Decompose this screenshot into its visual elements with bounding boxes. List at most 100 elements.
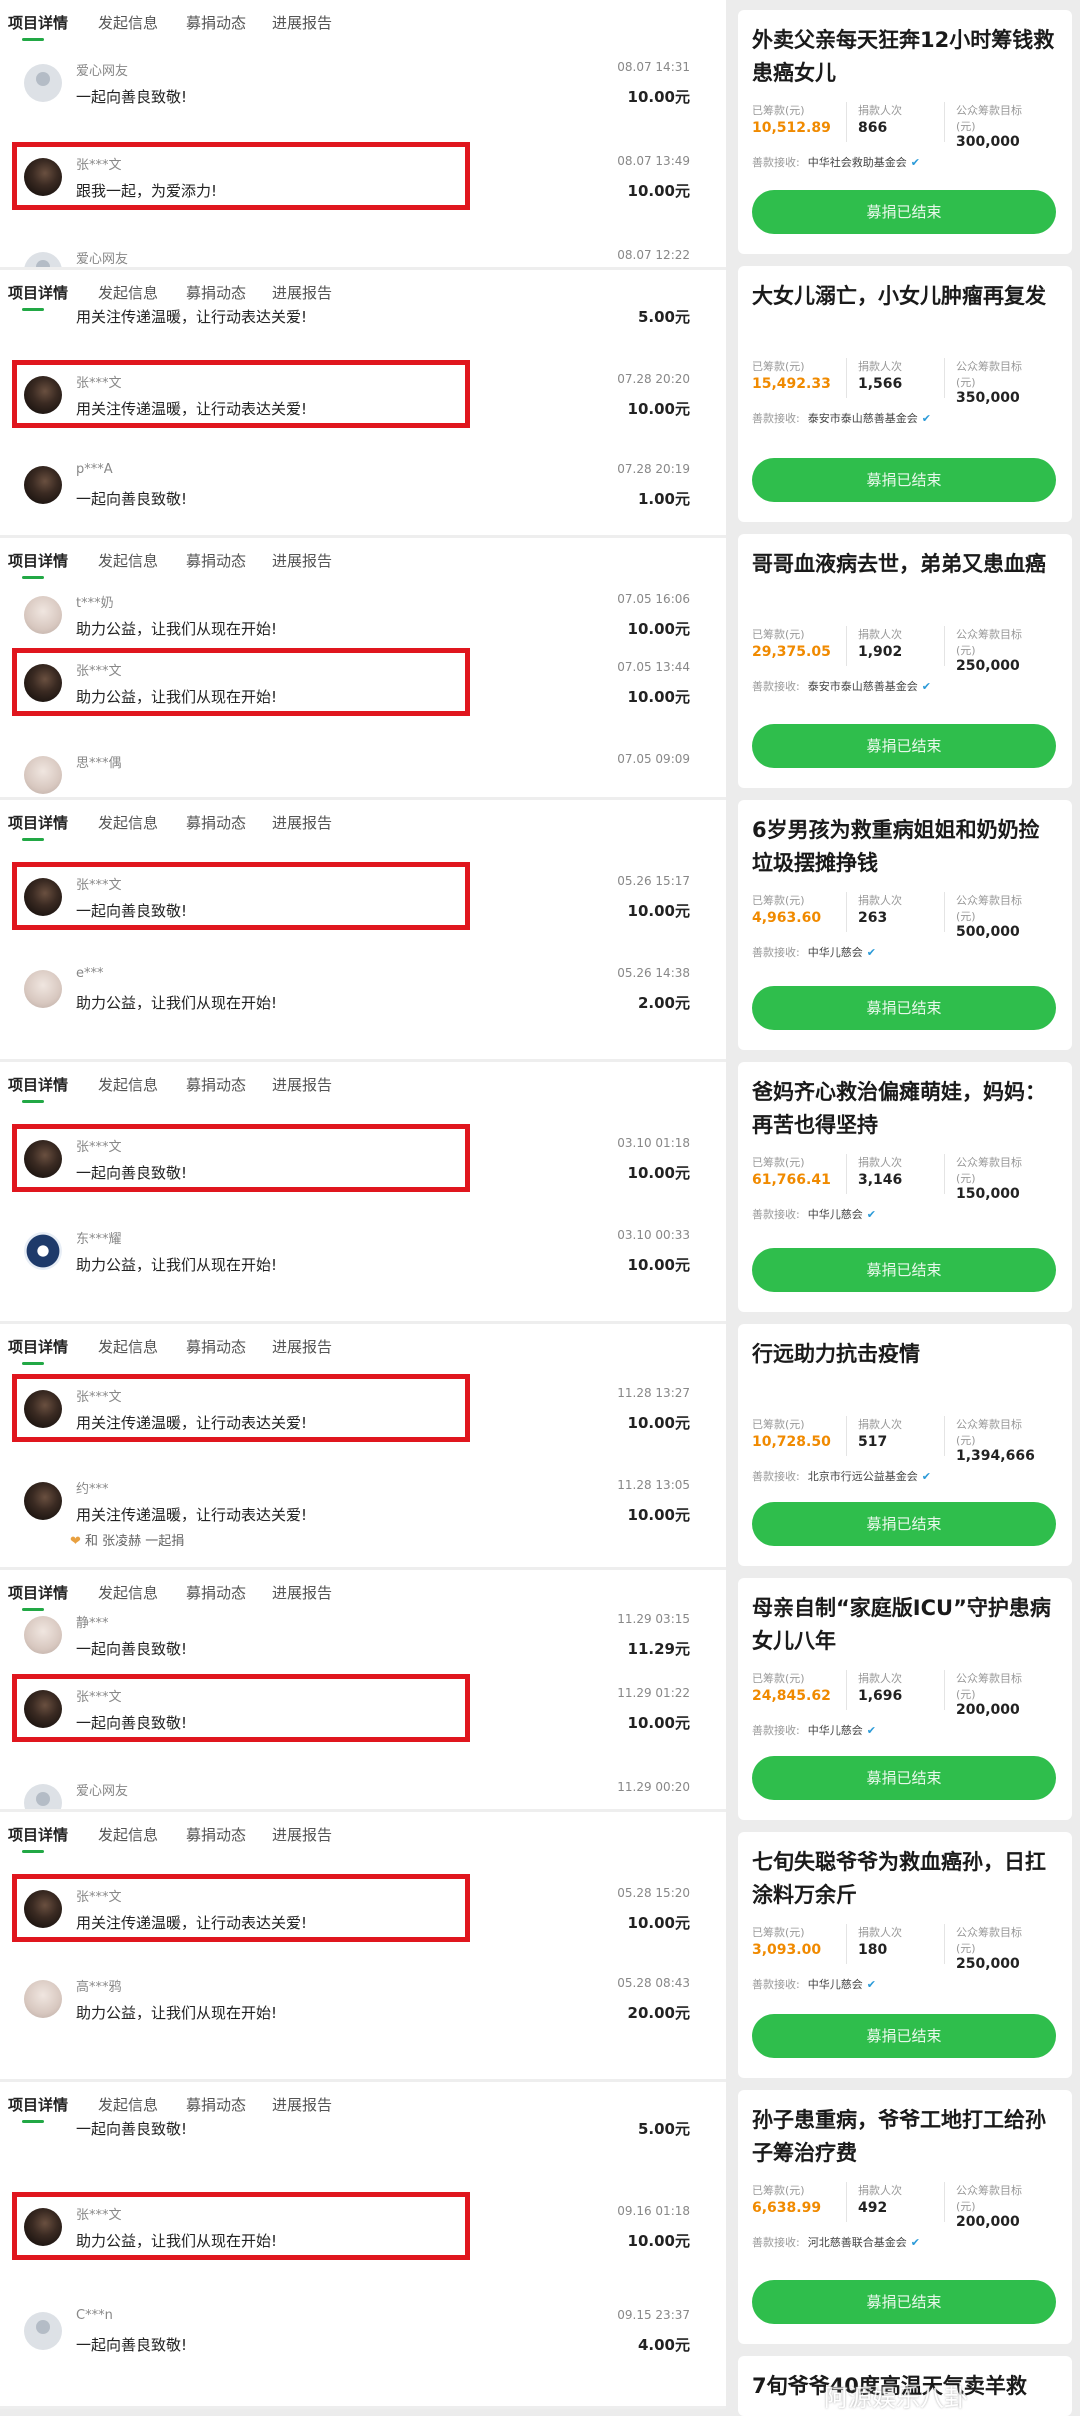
verified-icon: ✔: [866, 1208, 876, 1221]
tab-bar: 项目详情 发起信息 募捐动态 进展报告: [0, 1324, 726, 1370]
campaign-ended-button[interactable]: 募捐已结束: [752, 2014, 1056, 2058]
donation-screenshot: 项目详情 发起信息 募捐动态 进展报告 张***文 05.26 15:17 一起向善良致敬!…: [0, 800, 726, 1062]
campaign-title: 孙子患重病，爷爷工地打工给孙子筹治疗费: [752, 2108, 1046, 2165]
stat-divider: [944, 2182, 945, 2222]
tab-updates[interactable]: 募捐动态: [186, 1074, 246, 1095]
recipient-line: 善款接收: 北京市行远公益基金会 ✔: [752, 1468, 932, 1484]
tab-updates[interactable]: 募捐动态: [186, 1824, 246, 1845]
donation-amount: 11.29元: [627, 1640, 690, 1658]
donation-amount: 10.00元: [627, 2232, 690, 2250]
recipient-line: 善款接收: 中华儿慈会 ✔: [752, 1206, 877, 1222]
tab-progress[interactable]: 进展报告: [272, 12, 332, 33]
donation-screenshot: 项目详情 发起信息 募捐动态 进展报告 静*** 11.29 03:15 一起向善良致敬! 1…: [0, 1570, 726, 1812]
donation-time: 03.10 01:18: [617, 1136, 690, 1150]
tab-updates[interactable]: 募捐动态: [186, 550, 246, 571]
tab-updates[interactable]: 募捐动态: [186, 812, 246, 833]
highlight-box: [12, 1124, 470, 1192]
donation-time: 11.29 03:15: [617, 1612, 690, 1626]
tab-progress[interactable]: 进展报告: [272, 1824, 332, 1845]
verified-icon: ✔: [866, 946, 876, 959]
raised-label: 已筹款(元): [752, 1156, 805, 1169]
tab-progress[interactable]: 进展报告: [272, 1336, 332, 1357]
donation-message: 一起向善良致敬!: [76, 1640, 188, 1658]
tab-bar: 项目详情 发起信息 募捐动态 进展报告: [0, 0, 726, 46]
donation-amount: 20.00元: [627, 2004, 690, 2022]
donation-time: 05.26 15:17: [617, 874, 690, 888]
campaign-title: 行远助力抗击疫情: [752, 1342, 920, 1366]
donation-row: 一起向善良致敬! 5.00元: [0, 2082, 726, 2168]
raised-label: 已筹款(元): [752, 2184, 805, 2197]
campaign-title: 母亲自制“家庭版ICU”守护患病女儿八年: [752, 1596, 1051, 1653]
campaign-ended-button[interactable]: 募捐已结束: [752, 458, 1056, 502]
donation-amount: 10.00元: [627, 620, 690, 638]
campaign-card[interactable]: 6岁男孩为救重病姐姐和奶奶捡垃圾摆摊挣钱 已筹款(元) 4,963.60 捐款人次 26…: [738, 800, 1072, 1050]
donor-name: p***A: [76, 462, 113, 477]
campaign-ended-button[interactable]: 募捐已结束: [752, 724, 1056, 768]
donation-time: 08.07 13:49: [617, 154, 690, 168]
target-label: 公众筹款目标(元): [956, 104, 1022, 133]
campaign-card[interactable]: 七旬失聪爷爷为救血癌孙，日扛涂料万余斤 已筹款(元) 3,093.00 捐款人次 180…: [738, 1832, 1072, 2078]
tab-initiator[interactable]: 发起信息: [98, 1824, 158, 1845]
highlight-box: [12, 1674, 470, 1742]
stat-divider: [944, 1924, 945, 1964]
campaign-ended-button[interactable]: 募捐已结束: [752, 190, 1056, 234]
campaign-ended-button[interactable]: 募捐已结束: [752, 1756, 1056, 1800]
donor-name: 约***: [76, 1482, 109, 1497]
tab-initiator[interactable]: 发起信息: [98, 1074, 158, 1095]
raised-label: 已筹款(元): [752, 894, 805, 907]
campaign-ended-button[interactable]: 募捐已结束: [752, 986, 1056, 1030]
tab-updates[interactable]: 募捐动态: [186, 12, 246, 33]
tab-progress[interactable]: 进展报告: [272, 550, 332, 571]
campaign-card[interactable]: 爸妈齐心救治偏瘫萌娃，妈妈：再苦也得坚持 已筹款(元) 61,766.41 捐款人次 3…: [738, 1062, 1072, 1312]
donors-label: 捐款人次: [858, 104, 902, 117]
recipient-label: 善款接收:: [752, 1208, 800, 1221]
campaign-card[interactable]: 行远助力抗击疫情 已筹款(元) 10,728.50 捐款人次 517 公众筹款目标(元) 1…: [738, 1324, 1072, 1566]
tab-details[interactable]: 项目详情: [8, 1336, 68, 1357]
tab-details[interactable]: 项目详情: [8, 1824, 68, 1845]
campaign-card[interactable]: 母亲自制“家庭版ICU”守护患病女儿八年 已筹款(元) 24,845.62 捐款人次 1…: [738, 1578, 1072, 1820]
campaign-card[interactable]: 孙子患重病，爷爷工地打工给孙子筹治疗费 已筹款(元) 6,638.99 捐款人次 492…: [738, 2090, 1072, 2344]
stat-divider: [846, 1670, 847, 1710]
tab-updates[interactable]: 募捐动态: [186, 1336, 246, 1357]
campaign-card[interactable]: 哥哥血液病去世，弟弟又患血癌 已筹款(元) 29,375.05 捐款人次 1,902 公众…: [738, 534, 1072, 788]
campaign-card[interactable]: 大女儿溺亡，小女儿肿瘤再复发 已筹款(元) 15,492.33 捐款人次 1,566 公众…: [738, 266, 1072, 522]
donor-count: 3,146: [858, 1172, 903, 1188]
co-donate-note: ❤ 和 张凌赫 一起捐: [70, 1530, 184, 1549]
tab-progress[interactable]: 进展报告: [272, 1074, 332, 1095]
raised-label: 已筹款(元): [752, 104, 805, 117]
donation-amount: 10.00元: [627, 688, 690, 706]
recipient-line: 善款接收: 中华儿慈会 ✔: [752, 1976, 877, 1992]
donation-time: 09.16 01:18: [617, 2204, 690, 2218]
target-amount: 250,000: [956, 658, 1020, 674]
raised-amount: 4,963.60: [752, 910, 822, 926]
stat-divider: [846, 1924, 847, 1964]
recipient-label: 善款接收:: [752, 1470, 800, 1483]
stat-divider: [846, 1416, 847, 1456]
raised-amount: 3,093.00: [752, 1942, 822, 1958]
tab-initiator[interactable]: 发起信息: [98, 812, 158, 833]
tab-details[interactable]: 项目详情: [8, 550, 68, 571]
tab-bar: 项目详情 发起信息 募捐动态 进展报告: [0, 1062, 726, 1108]
campaign-title: 外卖父亲每天狂奔12小时筹钱救患癌女儿: [752, 28, 1055, 85]
tab-initiator[interactable]: 发起信息: [98, 1336, 158, 1357]
tab-progress[interactable]: 进展报告: [272, 812, 332, 833]
highlight-box: [12, 648, 470, 716]
donation-time: 05.26 14:38: [617, 966, 690, 980]
campaign-ended-button[interactable]: 募捐已结束: [752, 1502, 1056, 1546]
donor-name: 思***偶: [76, 756, 122, 771]
campaign-ended-button[interactable]: 募捐已结束: [752, 2280, 1056, 2324]
tab-details[interactable]: 项目详情: [8, 12, 68, 33]
tab-initiator[interactable]: 发起信息: [98, 12, 158, 33]
verified-icon: ✔: [921, 412, 931, 425]
stat-divider: [944, 1154, 945, 1194]
donor-count: 866: [858, 120, 888, 136]
campaign-ended-button[interactable]: 募捐已结束: [752, 1248, 1056, 1292]
campaign-card[interactable]: 外卖父亲每天狂奔12小时筹钱救患癌女儿 已筹款(元) 10,512.89 捐款人次 86…: [738, 10, 1072, 254]
tab-details[interactable]: 项目详情: [8, 1074, 68, 1095]
tab-initiator[interactable]: 发起信息: [98, 550, 158, 571]
stat-divider: [944, 1416, 945, 1456]
recipient-label: 善款接收:: [752, 412, 800, 425]
donation-row: 约*** 11.28 13:05 用关注传递温暖，让行动表达关爱! 10.00元 ❤ 和…: [0, 1464, 726, 1554]
tab-details[interactable]: 项目详情: [8, 812, 68, 833]
target-amount: 200,000: [956, 2214, 1020, 2230]
